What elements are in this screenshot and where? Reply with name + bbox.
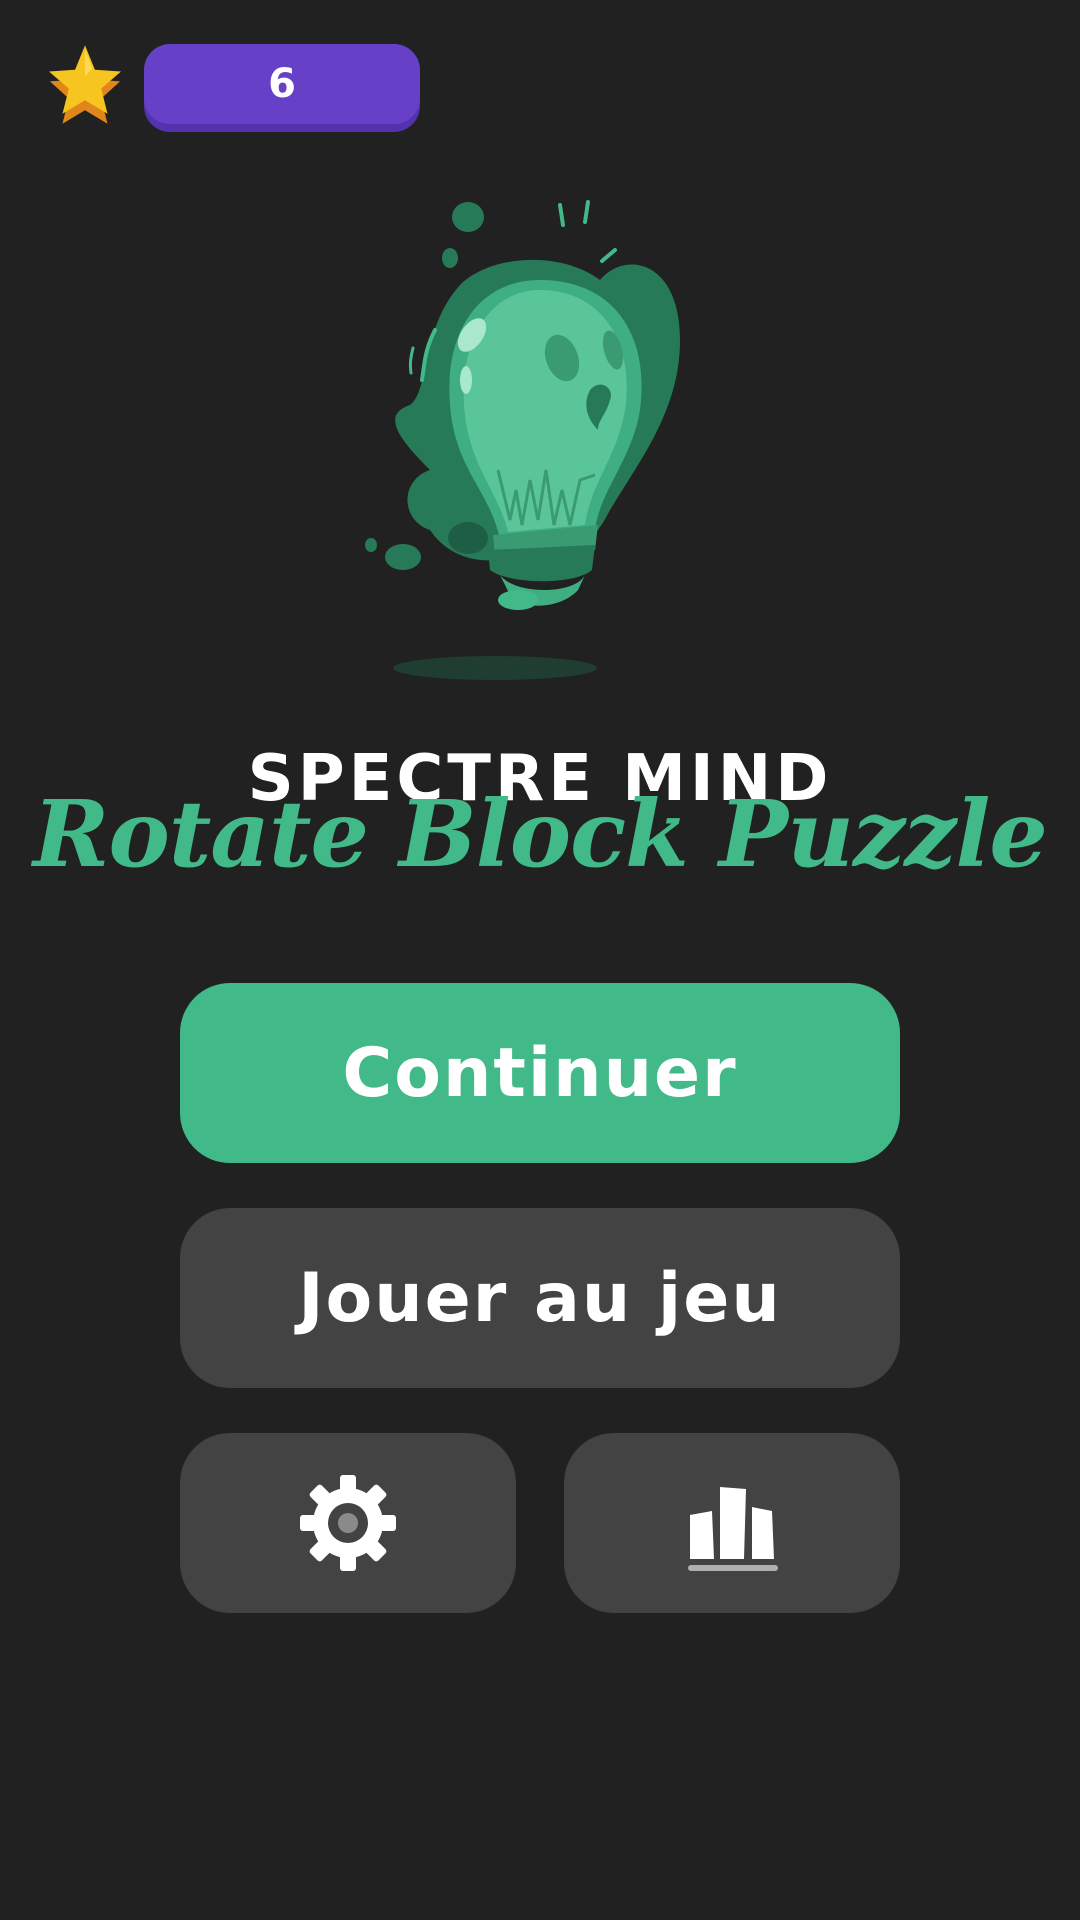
leaderboard-button[interactable] [564,1433,900,1613]
gear-icon [300,1475,396,1571]
score-value: 6 [268,61,296,107]
score-counter: 6 [144,44,420,124]
lightbulb-illustration [365,200,680,680]
play-button[interactable]: Jouer au jeu [180,1208,900,1388]
leaderboard-icon [688,1487,778,1571]
game-title: Rotate Block Puzzle [33,780,1048,888]
play-button-label: Jouer au jeu [298,1258,782,1338]
settings-button[interactable] [180,1433,516,1613]
star-icon [49,45,121,124]
continue-button-label: Continuer [342,1033,738,1113]
continue-button[interactable]: Continuer [180,983,900,1163]
